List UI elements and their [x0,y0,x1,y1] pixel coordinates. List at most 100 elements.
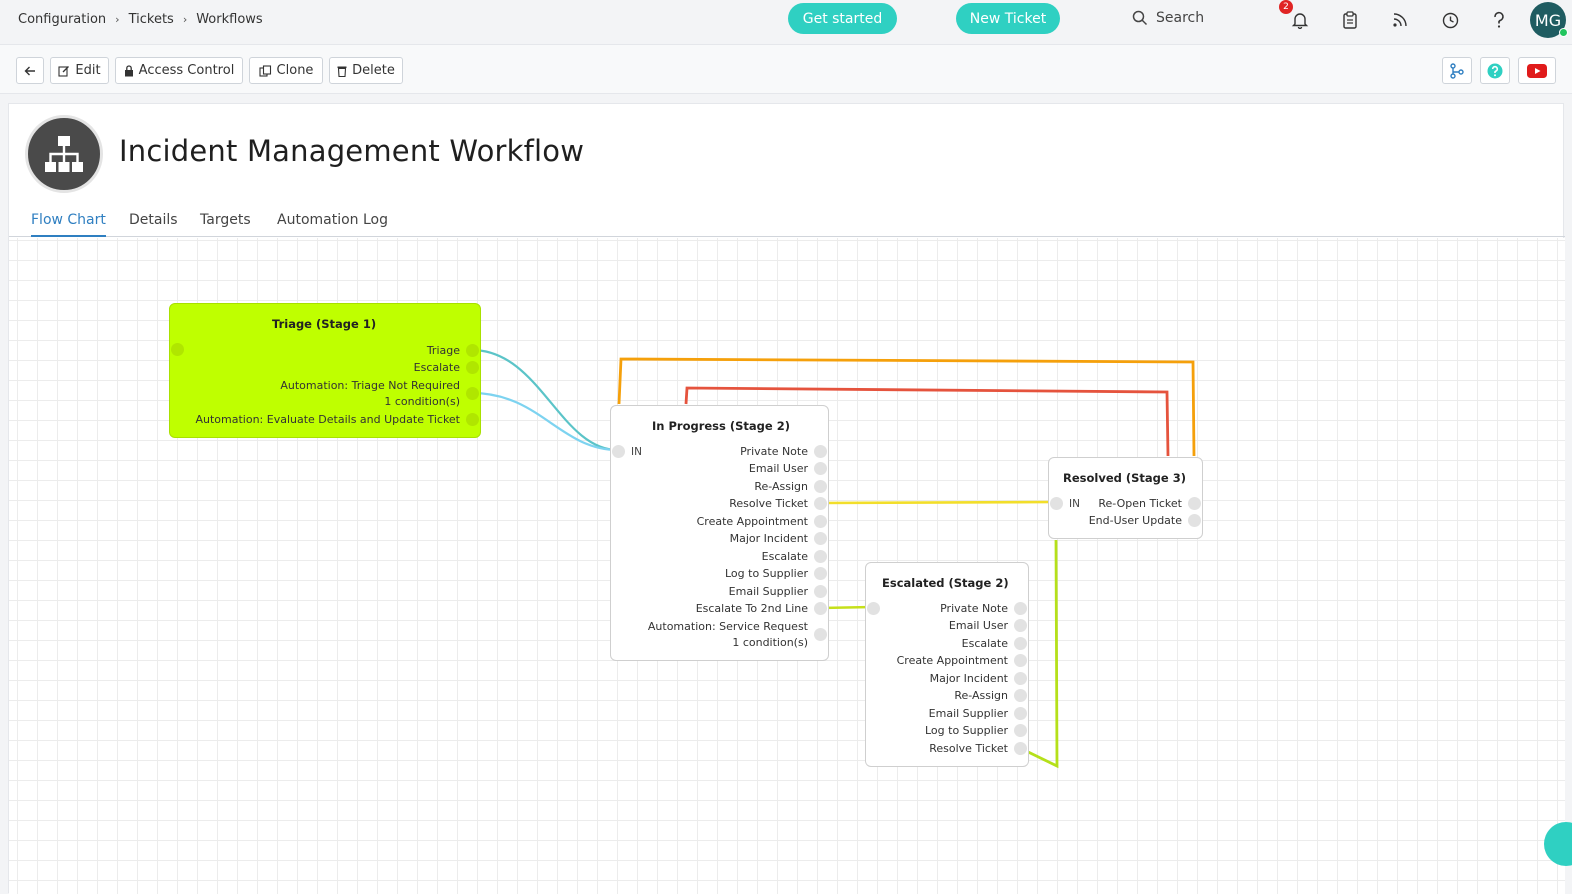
node-in-progress[interactable]: In Progress (Stage 2) IN Private Note Em… [610,405,829,661]
top-bar: Configuration › Tickets › Workflows Get … [0,0,1572,44]
chevron-right-icon: › [115,13,120,26]
chevron-right-icon: › [182,13,188,26]
input-port[interactable] [612,445,625,458]
breadcrumb-configuration[interactable]: Configuration [18,12,106,27]
output-port[interactable] [814,497,827,510]
tab-details[interactable]: Details [129,212,178,237]
input-port[interactable] [867,602,880,615]
breadcrumb-workflows[interactable]: Workflows [196,12,262,27]
output-label: Automation: Triage Not Required [280,379,460,392]
output-port[interactable] [814,445,827,458]
bell-icon[interactable] [1290,10,1310,30]
input-label: IN [631,446,642,458]
branch-icon [1450,62,1464,79]
output-port[interactable] [814,628,827,641]
help-circle-button[interactable] [1480,57,1510,84]
workflow-branch-button[interactable] [1442,57,1472,84]
output-label: Escalate To 2nd Line [695,602,808,615]
search-icon [1132,10,1148,26]
new-ticket-button[interactable]: New Ticket [956,3,1060,34]
delete-button[interactable]: Delete [329,57,403,84]
node-escalated[interactable]: Escalated (Stage 2) Private Note Email U… [865,562,1029,767]
youtube-button[interactable] [1518,57,1556,84]
tab-targets[interactable]: Targets [200,212,251,237]
help-icon[interactable] [1489,10,1509,30]
node-title: Triage (Stage 1) [272,317,377,331]
back-button[interactable] [16,57,44,84]
output-port[interactable] [814,550,827,563]
get-started-button[interactable]: Get started [788,3,897,34]
clipboard-icon[interactable] [1340,10,1360,30]
access-control-button[interactable]: Access Control [115,57,243,84]
input-port[interactable] [171,343,184,356]
tab-bar: Flow Chart Details Targets Automation Lo… [9,210,1565,237]
search-button[interactable]: Search [1132,10,1204,26]
output-label: Private Note [940,602,1008,615]
edit-button[interactable]: Edit [50,57,109,84]
output-port[interactable] [814,480,827,493]
clock-icon[interactable] [1440,10,1460,30]
output-port[interactable] [1014,724,1027,737]
output-condition: 1 condition(s) [732,636,808,649]
notification-badge: 2 [1279,0,1293,14]
trash-icon [337,66,347,77]
output-label: Escalate [761,550,808,563]
tab-flow-chart[interactable]: Flow Chart [31,212,106,237]
output-port[interactable] [1014,619,1027,632]
output-label: Re-Assign [954,689,1008,702]
output-label: Major Incident [729,532,808,545]
output-label: Resolve Ticket [929,742,1008,755]
output-port[interactable] [814,462,827,475]
clone-label: Clone [276,63,314,78]
output-label: Log to Supplier [924,724,1008,737]
edit-label: Edit [75,63,101,78]
breadcrumb-tickets[interactable]: Tickets [129,12,174,27]
breadcrumb: Configuration › Tickets › Workflows [18,12,263,27]
output-port[interactable] [1014,672,1027,685]
avatar-initials: MG [1534,10,1562,30]
input-port[interactable] [1050,497,1063,510]
output-port[interactable] [814,585,827,598]
page-title: Incident Management Workflow [119,134,585,168]
clone-button[interactable]: Clone [249,57,323,84]
edit-icon [58,65,70,77]
output-port[interactable] [814,515,827,528]
output-label: Email Supplier [928,707,1008,720]
node-triage[interactable]: Triage (Stage 1) Triage Escalate Automat… [169,303,481,438]
output-port[interactable] [466,387,479,400]
node-title: Resolved (Stage 3) [1063,471,1186,485]
node-title: In Progress (Stage 2) [652,419,790,433]
output-port[interactable] [466,344,479,357]
output-port[interactable] [1014,742,1027,755]
action-toolbar: Edit Access Control Clone Delete [0,44,1572,94]
node-title: Escalated (Stage 2) [882,576,1009,590]
search-label: Search [1156,10,1205,26]
arrow-left-icon [24,66,35,75]
output-label: Email User [948,619,1008,632]
sitemap-icon [45,136,83,172]
rss-icon[interactable] [1390,10,1410,30]
output-port[interactable] [466,361,479,374]
output-port[interactable] [466,413,479,426]
output-label: Create Appointment [696,515,808,528]
user-avatar[interactable]: MG [1530,2,1568,38]
output-label: Major Incident [929,672,1008,685]
output-label: Log to Supplier [724,567,808,580]
workflow-avatar [25,115,103,193]
output-port[interactable] [1188,497,1201,510]
output-condition: 1 condition(s) [384,395,460,408]
node-resolved[interactable]: Resolved (Stage 3) IN Re-Open Ticket End… [1048,457,1203,539]
output-port[interactable] [1014,602,1027,615]
output-port[interactable] [1014,637,1027,650]
output-port[interactable] [814,602,827,615]
output-port[interactable] [1014,707,1027,720]
output-port[interactable] [1188,514,1201,527]
output-port[interactable] [814,567,827,580]
output-label: Re-Open Ticket [1098,497,1182,510]
output-port[interactable] [1014,689,1027,702]
delete-label: Delete [352,63,395,78]
output-label: Resolve Ticket [729,497,808,510]
output-port[interactable] [814,532,827,545]
output-port[interactable] [1014,654,1027,667]
tab-automation-log[interactable]: Automation Log [277,212,388,237]
